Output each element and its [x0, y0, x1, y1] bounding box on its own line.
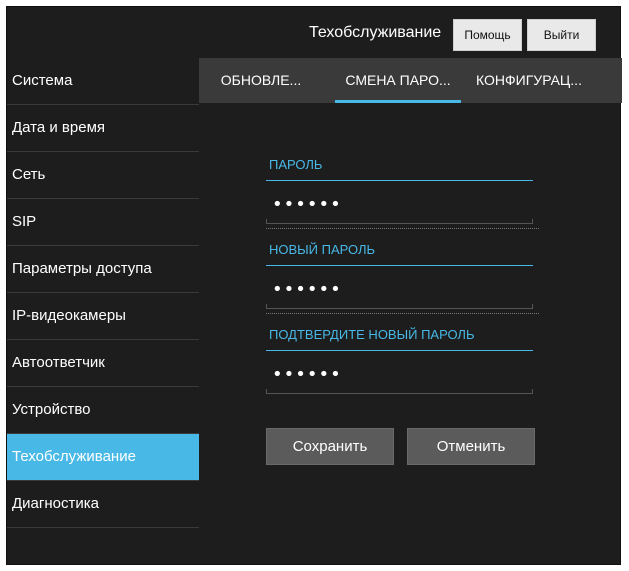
sidebar-item-system[interactable]: Система — [7, 58, 199, 105]
tab-change-password[interactable]: СМЕНА ПАРО... — [331, 58, 465, 103]
tab-bar: ОБНОВЛЕ... СМЕНА ПАРО... КОНФИГУРАЦ... — [199, 58, 622, 103]
field-border — [266, 304, 533, 309]
field-divider — [266, 313, 539, 314]
field-underline — [266, 180, 533, 181]
change-password-form: ПАРОЛЬ НОВЫЙ ПАРОЛЬ ПОДТВЕРДИТЕ НОВЫЙ ПА… — [266, 157, 539, 412]
save-button[interactable]: Сохранить — [266, 428, 394, 465]
sidebar-item-ip-cameras[interactable]: IP-видеокамеры — [7, 293, 199, 340]
new-password-label: НОВЫЙ ПАРОЛЬ — [269, 242, 376, 257]
header: Техобслуживание Помощь Выйти — [7, 7, 622, 57]
field-underline — [266, 265, 533, 266]
tab-update[interactable]: ОБНОВЛЕ... — [199, 58, 323, 103]
sidebar-item-date-time[interactable]: Дата и время — [7, 105, 199, 152]
sidebar-item-device[interactable]: Устройство — [7, 387, 199, 434]
sidebar-item-diagnostics[interactable]: Диагностика — [7, 481, 199, 528]
field-underline — [266, 350, 533, 351]
sidebar: Система Дата и время Сеть SIP Параметры … — [7, 58, 199, 528]
field-border — [266, 219, 533, 224]
current-password-input[interactable] — [266, 189, 533, 219]
sidebar-item-access-settings[interactable]: Параметры доступа — [7, 246, 199, 293]
confirm-password-input[interactable] — [266, 359, 533, 389]
new-password-input[interactable] — [266, 274, 533, 304]
sidebar-item-network[interactable]: Сеть — [7, 152, 199, 199]
confirm-password-label: ПОДТВЕРДИТЕ НОВЫЙ ПАРОЛЬ — [269, 327, 475, 342]
cancel-button[interactable]: Отменить — [407, 428, 535, 465]
new-password-field: НОВЫЙ ПАРОЛЬ — [266, 242, 539, 327]
sidebar-item-maintenance[interactable]: Техобслуживание — [7, 434, 199, 481]
current-password-label: ПАРОЛЬ — [269, 157, 323, 172]
current-password-field: ПАРОЛЬ — [266, 157, 539, 242]
page-title: Техобслуживание — [309, 24, 442, 41]
field-border — [266, 389, 533, 394]
sidebar-item-sip[interactable]: SIP — [7, 199, 199, 246]
help-button[interactable]: Помощь — [453, 19, 522, 51]
confirm-password-field: ПОДТВЕРДИТЕ НОВЫЙ ПАРОЛЬ — [266, 327, 534, 412]
app-window: Техобслуживание Помощь Выйти Система Дат… — [6, 6, 622, 565]
tab-configuration[interactable]: КОНФИГУРАЦ... — [469, 58, 589, 103]
field-divider — [266, 228, 539, 229]
logout-button[interactable]: Выйти — [527, 19, 596, 51]
sidebar-item-answering-machine[interactable]: Автоответчик — [7, 340, 199, 387]
